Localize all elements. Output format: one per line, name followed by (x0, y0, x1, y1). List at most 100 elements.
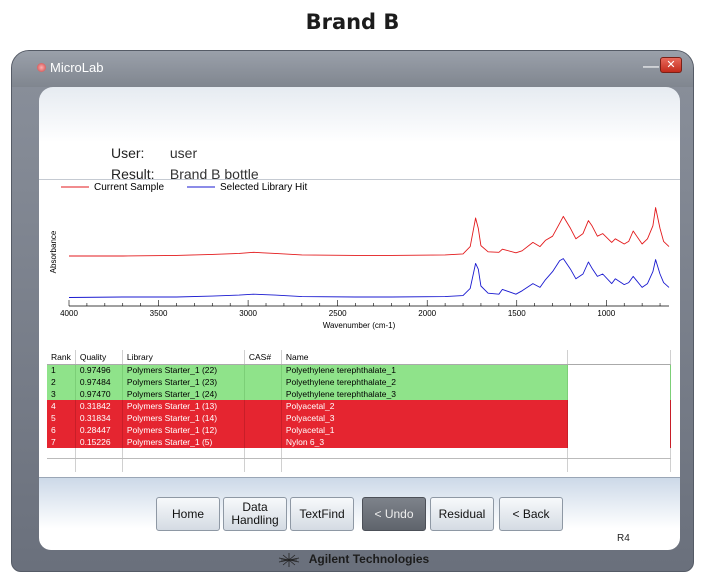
cell-cas (244, 388, 282, 400)
empty-cell (244, 460, 282, 472)
cell-spacer (567, 388, 672, 400)
revision-label: R4 (617, 533, 630, 544)
x-tick-label: 4000 (60, 309, 78, 318)
spectrum-chart: Current Sample Selected Library Hit Abso… (49, 182, 670, 330)
cell-cas (244, 424, 282, 436)
cell-quality: 0.31842 (75, 400, 123, 412)
cell-quality: 0.31834 (75, 412, 123, 424)
table-row[interactable]: 4 0.31842 Polymers Starter_1 (13) Polyaceta… (47, 400, 672, 412)
back-button[interactable]: < Back (499, 497, 563, 531)
column-header-name[interactable]: Name (281, 350, 568, 365)
x-tick-label: 3000 (239, 309, 257, 318)
brand-name: Agilent Technologies (308, 552, 430, 567)
data-handling-button[interactable]: Data Handling (223, 497, 287, 531)
cell-quality: 0.28447 (75, 424, 123, 436)
textfind-button[interactable]: TextFind (290, 497, 354, 531)
x-tick-label: 2000 (418, 309, 436, 318)
table-row[interactable]: 7 0.15226 Polymers Starter_1 (5) Nylon 6_3 (47, 436, 672, 448)
cell-spacer (567, 400, 672, 412)
cell-name: Polyethylene terephthalate_3 (281, 388, 568, 400)
table-row[interactable]: 6 0.28447 Polymers Starter_1 (12) Polyaceta… (47, 424, 672, 436)
cell-spacer (567, 436, 672, 448)
x-axis-label: Wavenumber (cm-1) (323, 321, 396, 330)
y-axis-label: Absorbance (49, 230, 58, 273)
cell-quality: 0.97484 (75, 376, 123, 388)
agilent-brand: Agilent Technologies (12, 552, 693, 568)
undo-button[interactable]: < Undo (362, 497, 426, 531)
empty-cell (281, 460, 568, 472)
column-header-spacer (567, 350, 672, 365)
cell-spacer (567, 364, 672, 376)
cell-name: Polyethylene terephthalate_1 (281, 364, 568, 376)
results-table[interactable]: Rank Quality Library CAS# Name 1 0.97496 P… (47, 350, 672, 472)
cell-rank: 1 (47, 364, 76, 376)
button-bar (39, 477, 680, 550)
empty-cell (122, 460, 245, 472)
spectrum-panel: Current Sample Selected Library Hit Abso… (39, 179, 680, 344)
x-tick-label: 1500 (508, 309, 526, 318)
empty-cell (47, 460, 76, 472)
series-current-sample-line (69, 207, 670, 257)
microlab-window: MicroLab — ✕ User: user Result: Brand B … (11, 50, 694, 572)
cell-spacer (567, 412, 672, 424)
cell-rank: 7 (47, 436, 76, 448)
result-header: User: user Result: Brand B bottle (39, 87, 680, 182)
residual-button[interactable]: Residual (430, 497, 494, 531)
minimize-button[interactable]: — (640, 58, 662, 76)
cell-name: Polyacetal_2 (281, 400, 568, 412)
column-header-cas[interactable]: CAS# (244, 350, 282, 365)
home-button[interactable]: Home (156, 497, 220, 531)
cell-cas (244, 436, 282, 448)
cell-name: Polyacetal_3 (281, 412, 568, 424)
cell-library: Polymers Starter_1 (12) (122, 424, 245, 436)
cell-library: Polymers Starter_1 (22) (122, 364, 245, 376)
cell-name: Polyethylene terephthalate_2 (281, 376, 568, 388)
cell-name: Polyacetal_1 (281, 424, 568, 436)
legend-library-hit-label: Selected Library Hit (220, 182, 307, 193)
empty-cell (567, 460, 672, 472)
table-header-row: Rank Quality Library CAS# Name (47, 350, 672, 365)
legend-current-sample-label: Current Sample (94, 182, 164, 193)
cell-cas (244, 376, 282, 388)
column-header-library[interactable]: Library (122, 350, 245, 365)
column-header-rank[interactable]: Rank (47, 350, 76, 365)
close-button[interactable]: ✕ (660, 57, 682, 73)
cell-quality: 0.15226 (75, 436, 123, 448)
table-row[interactable]: 2 0.97484 Polymers Starter_1 (23) Polyethyl… (47, 376, 672, 388)
x-tick-label: 2500 (329, 309, 347, 318)
cell-library: Polymers Starter_1 (13) (122, 400, 245, 412)
window-title: MicroLab (50, 60, 104, 75)
column-header-quality[interactable]: Quality (75, 350, 123, 365)
cell-cas (244, 412, 282, 424)
x-tick-label: 3500 (150, 309, 168, 318)
x-tick-label: 1000 (597, 309, 615, 318)
agilent-spark-logo (278, 553, 299, 567)
table-row[interactable]: 3 0.97470 Polymers Starter_1 (24) Polyethyl… (47, 388, 672, 400)
cell-library: Polymers Starter_1 (24) (122, 388, 245, 400)
table-row[interactable]: 1 0.97496 Polymers Starter_1 (22) Polyethyl… (47, 364, 672, 376)
cell-library: Polymers Starter_1 (14) (122, 412, 245, 424)
series-library-hit-line (68, 258, 670, 298)
cell-quality: 0.97496 (75, 364, 123, 376)
data-handling-label-line2: Handling (231, 513, 279, 527)
cell-name: Nylon 6_3 (281, 436, 568, 448)
title-bar[interactable]: MicroLab — ✕ (12, 51, 693, 87)
cell-quality: 0.97470 (75, 388, 123, 400)
user-value: user (169, 145, 198, 161)
empty-cell (75, 460, 123, 472)
chart-plot-area: 4000 3500 3000 2500 2000 1500 1000 (60, 207, 670, 318)
microlab-app-icon (37, 63, 46, 72)
cell-rank: 4 (47, 400, 76, 412)
cell-rank: 3 (47, 388, 76, 400)
cell-cas (244, 400, 282, 412)
cell-spacer (567, 424, 672, 436)
results-panel: Rank Quality Library CAS# Name 1 0.97496 P… (39, 344, 680, 477)
cell-spacer (567, 376, 672, 388)
page-title: Brand B (305, 10, 400, 34)
cell-rank: 5 (47, 412, 76, 424)
cell-library: Polymers Starter_1 (5) (122, 436, 245, 448)
table-row[interactable]: 5 0.31834 Polymers Starter_1 (14) Polyaceta… (47, 412, 672, 424)
user-label: User: (111, 145, 145, 161)
cell-library: Polymers Starter_1 (23) (122, 376, 245, 388)
empty-row (47, 460, 672, 472)
